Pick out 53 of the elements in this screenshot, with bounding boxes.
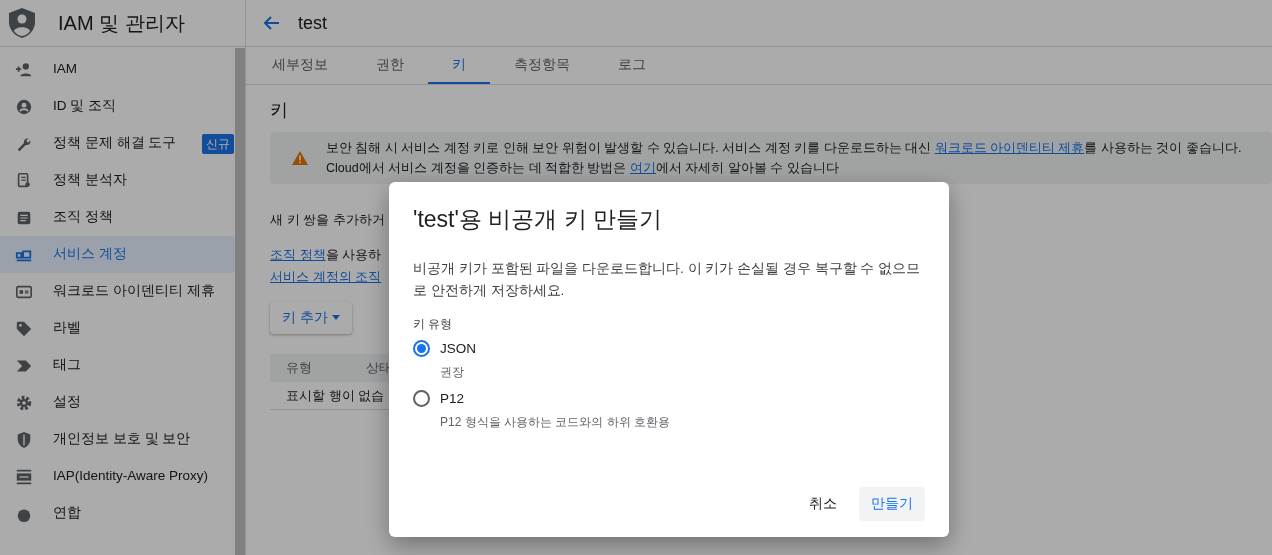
tab[interactable]: 측정항목 (490, 47, 594, 84)
sidebar-item-label[interactable]: 정책 문제 해결 도구 (53, 133, 177, 154)
policy-text: 조직 정책 을 사용하 (270, 245, 382, 264)
option-label[interactable]: JSON (440, 338, 476, 360)
cancel-button[interactable]: 취소 (797, 486, 849, 521)
page-title: test (298, 11, 327, 35)
tab[interactable]: 권한 (352, 47, 428, 84)
shield-icon (15, 430, 33, 449)
tab[interactable]: 세부정보 (248, 47, 352, 84)
sidebar-item[interactable]: ID 및 조직 (0, 88, 235, 125)
product-title: IAM 및 관리자 (58, 11, 185, 36)
document-icon (15, 171, 33, 190)
radio-button[interactable] (413, 339, 430, 357)
sidebar-item[interactable]: 연합 (0, 495, 235, 532)
sidebar-item[interactable]: 설정 (0, 384, 235, 421)
section-title: 키 (270, 99, 289, 122)
link[interactable]: 서비스 계정의 조직 (270, 268, 382, 284)
sidebar-item[interactable]: 라벨 (0, 310, 235, 347)
sidebar-item[interactable]: IAM (0, 51, 235, 88)
sidebar-item[interactable]: 조직 정책 (0, 199, 235, 236)
account-circle-icon (15, 97, 33, 116)
sidebar-item[interactable]: 워크로드 아이덴티티 제휴 (0, 273, 235, 310)
sidebar-item[interactable]: 개인정보 보호 및 보안 (0, 421, 235, 458)
shield-person-icon (8, 7, 36, 39)
settings-icon (15, 393, 33, 412)
warning-icon (292, 151, 308, 165)
sidebar-item[interactable]: 정책 분석자 (0, 162, 235, 199)
option-hint: 권장 (440, 364, 465, 382)
tab[interactable]: 키 (428, 47, 490, 84)
scrollbar[interactable] (235, 48, 245, 555)
caret-icon (331, 315, 340, 321)
tag-icon (15, 319, 33, 338)
tab[interactable]: 로그 (594, 47, 670, 84)
sidebar-item[interactable]: IAP(Identity-Aware Proxy) (0, 458, 235, 495)
intro-text: 새 키 쌍을 추가하거 (270, 211, 385, 229)
column-header: 유형 (285, 359, 313, 377)
proxy-icon (15, 467, 33, 486)
option-hint: P12 형식을 사용하는 코드와의 하위 호환용 (440, 414, 671, 432)
sidebar-item[interactable]: 태그 (0, 347, 235, 384)
new-badge: 신규 (202, 133, 235, 154)
person-add-icon (15, 60, 33, 79)
dialog-title: 'test'용 비공개 키 만들기 (413, 206, 664, 234)
link[interactable]: 조직 정책 (270, 246, 326, 262)
sidebar-item[interactable]: 정책 문제 해결 도구 신규 (0, 125, 235, 162)
create-button[interactable]: 만들기 (859, 486, 925, 521)
warning-text: 보안 침해 시 서비스 계정 키로 인해 보안 위험이 발생할 수 있습니다. 서비스 계정 키를 다운로드하는 대신 워크로드 아이덴티티 제휴를 사용하는 것이 좋습니다. (326, 140, 1242, 157)
warning-text: Cloud에서 서비스 계정을 인증하는 데 적합한 방법은 여기에서 자세히 알아볼 수 있습니다 (326, 160, 840, 177)
radio-button[interactable] (413, 390, 430, 408)
back-arrow-icon[interactable] (262, 15, 280, 31)
option-label[interactable]: P12 (440, 389, 671, 410)
key-type-label: 키 유형 (413, 316, 454, 332)
dialog-description: 비공개 키가 포함된 파일을 다운로드합니다. 이 키가 손실될 경우 복구할 수 없으므로 안전하게 저장하세요. (413, 259, 921, 300)
add-key-button[interactable]: 키 추가 (270, 301, 352, 334)
